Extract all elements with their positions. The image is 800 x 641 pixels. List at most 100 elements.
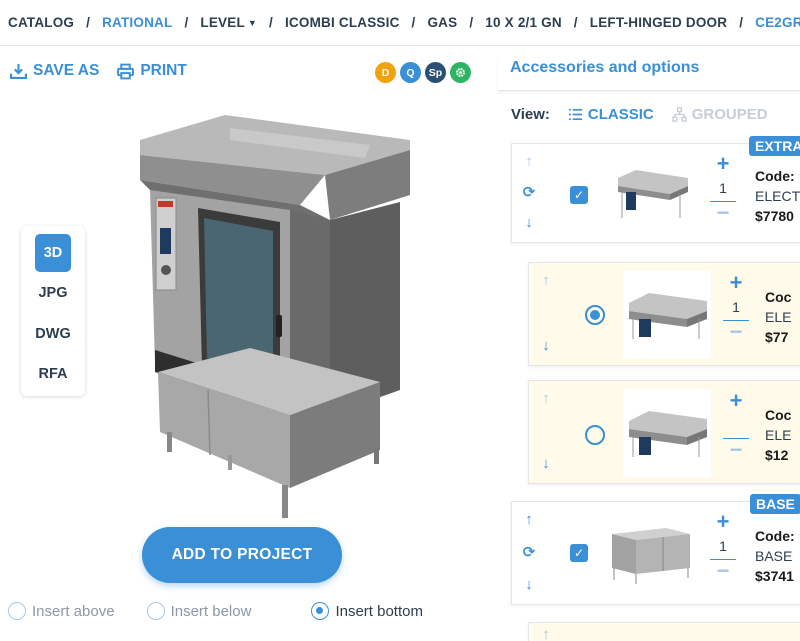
arrow-up-icon[interactable]: ↑ [542,273,550,288]
breadcrumb-separator: / [86,15,91,30]
insert-below-option[interactable]: Insert below [146,602,252,620]
accessory-card: ↑ ⟳ ↓ ✓ + 1 − Code: ELECT $7780 [511,143,800,243]
accessory-card: ↑ ⟳ ↓ ✓ + 1 − Code: BASE $3741 [511,501,800,605]
select-checkbox[interactable]: ✓ [570,544,588,562]
hood-image [629,293,707,339]
hood-image [618,170,688,218]
radio-selected-icon [311,602,330,620]
breadcrumb-door[interactable]: LEFT-HINGED DOOR [590,15,727,30]
breadcrumb-size[interactable]: 10 X 2/1 GN [485,15,562,30]
reorder-controls: ↑ [529,623,563,641]
refresh-icon[interactable]: ⟳ [523,185,536,200]
item-code-label: Code: [755,168,795,184]
add-to-project-button[interactable]: ADD TO PROJECT [142,527,342,583]
accessory-option-card: ↑ ↓ + − Coc ELE $12 [528,380,800,484]
decrease-button[interactable]: − [730,439,743,461]
increase-button[interactable]: + [730,390,743,412]
insert-bottom-label: Insert bottom [335,602,423,620]
breadcrumb-separator: / [469,15,474,30]
arrow-down-icon[interactable]: ↓ [542,338,550,353]
sitemap-icon [672,107,687,122]
radio-icon [8,602,26,620]
option-radio-selected[interactable] [585,305,605,325]
accessories-panel: Accessories and options View: CLASSIC GR… [492,46,800,641]
arrow-down-icon[interactable]: ↓ [525,215,533,230]
item-price: $3741 [755,568,794,584]
d-badge-icon[interactable]: D [375,62,396,83]
arrow-down-icon[interactable]: ↓ [525,577,533,592]
sp-badge-icon[interactable]: Sp [425,62,446,83]
accessories-title: Accessories and options [498,57,800,91]
item-info: Code: BASE $3741 [755,526,795,586]
breadcrumb-separator: / [411,15,416,30]
tab-jpg[interactable]: JPG [35,275,71,313]
arrow-up-icon[interactable]: ↑ [525,512,533,527]
quantity-stepper: + 1 − [710,153,736,224]
oven-3d-view[interactable] [130,110,420,520]
save-as-button[interactable]: SAVE AS [10,62,99,80]
insert-above-label: Insert above [32,602,115,620]
refresh-icon[interactable]: ⟳ [523,545,536,560]
hood-thumbnail [606,166,692,222]
increase-button[interactable]: + [730,272,743,294]
quantity-stepper: + 1 − [723,272,749,343]
view-label: View: [511,106,550,123]
group-tag-extra: EXTRA [749,136,800,156]
format-tabs: 3D JPG DWG RFA [21,226,85,396]
item-info: Code: ELECT $7780 [755,166,800,226]
quantity-input[interactable] [723,413,749,439]
gear-icon[interactable] [450,62,471,83]
option-radio[interactable] [585,425,605,445]
increase-button[interactable]: + [717,511,730,533]
breadcrumb-separator: / [269,15,273,30]
arrow-up-icon[interactable]: ↑ [542,391,550,406]
insert-above-option[interactable]: Insert above [8,602,115,620]
tab-3d[interactable]: 3D [35,234,71,272]
arrow-up-icon[interactable]: ↑ [542,627,550,641]
breadcrumb-icombi-classic[interactable]: ICOMBI CLASSIC [285,15,400,30]
item-code-label: Code: [755,528,795,544]
print-label: PRINT [140,62,187,79]
view-classic-button[interactable]: CLASSIC [568,106,654,123]
breadcrumb-level[interactable]: LEVEL ▼ [200,15,257,30]
insert-bottom-option[interactable]: Insert bottom [311,602,423,620]
increase-button[interactable]: + [717,153,730,175]
arrow-down-icon[interactable]: ↓ [542,456,550,471]
item-description: BASE [755,548,793,564]
item-price: $12 [765,447,789,463]
view-grouped-button[interactable]: GROUPED [672,106,768,123]
arrow-up-icon[interactable]: ↑ [525,154,533,169]
quantity-input[interactable]: 1 [710,176,736,202]
decrease-button[interactable]: − [717,560,730,582]
decrease-button[interactable]: − [730,321,743,343]
hood-image [629,411,707,457]
item-price: $7780 [755,208,794,224]
insert-options: Insert above Insert below Insert bottom [8,602,423,620]
breadcrumb-gas[interactable]: GAS [427,15,457,30]
view-switcher: View: CLASSIC GROUPED [511,106,768,123]
decrease-button[interactable]: − [717,202,730,224]
q-badge-icon[interactable]: Q [400,62,421,83]
item-description: ELE [765,427,792,443]
quantity-input[interactable]: 1 [710,534,736,560]
accessory-option-card: ↑ [528,622,800,641]
quantity-stepper: + 1 − [710,511,736,582]
download-icon [10,63,27,79]
breadcrumb-rational[interactable]: RATIONAL [102,15,172,30]
select-checkbox[interactable]: ✓ [570,186,588,204]
tab-rfa[interactable]: RFA [35,356,71,394]
tab-dwg[interactable]: DWG [35,315,71,353]
badge-group: D Q Sp [375,62,471,83]
quantity-stepper: + − [723,390,749,461]
breadcrumb-catalog[interactable]: CATALOG [8,15,74,30]
quantity-input[interactable]: 1 [723,295,749,321]
insert-below-label: Insert below [170,602,252,620]
breadcrumb-model[interactable]: CE2GRRA- [755,15,800,30]
print-button[interactable]: PRINT [117,62,187,80]
breadcrumb-separator: / [739,15,744,30]
hood-thumbnail [623,389,711,477]
item-description: ELECT [755,188,800,204]
view-grouped-label: GROUPED [691,106,768,123]
breadcrumb-level-label: LEVEL [200,15,245,30]
accessory-option-card: ↑ ↓ + 1 − Coc ELE $77 [528,262,800,366]
